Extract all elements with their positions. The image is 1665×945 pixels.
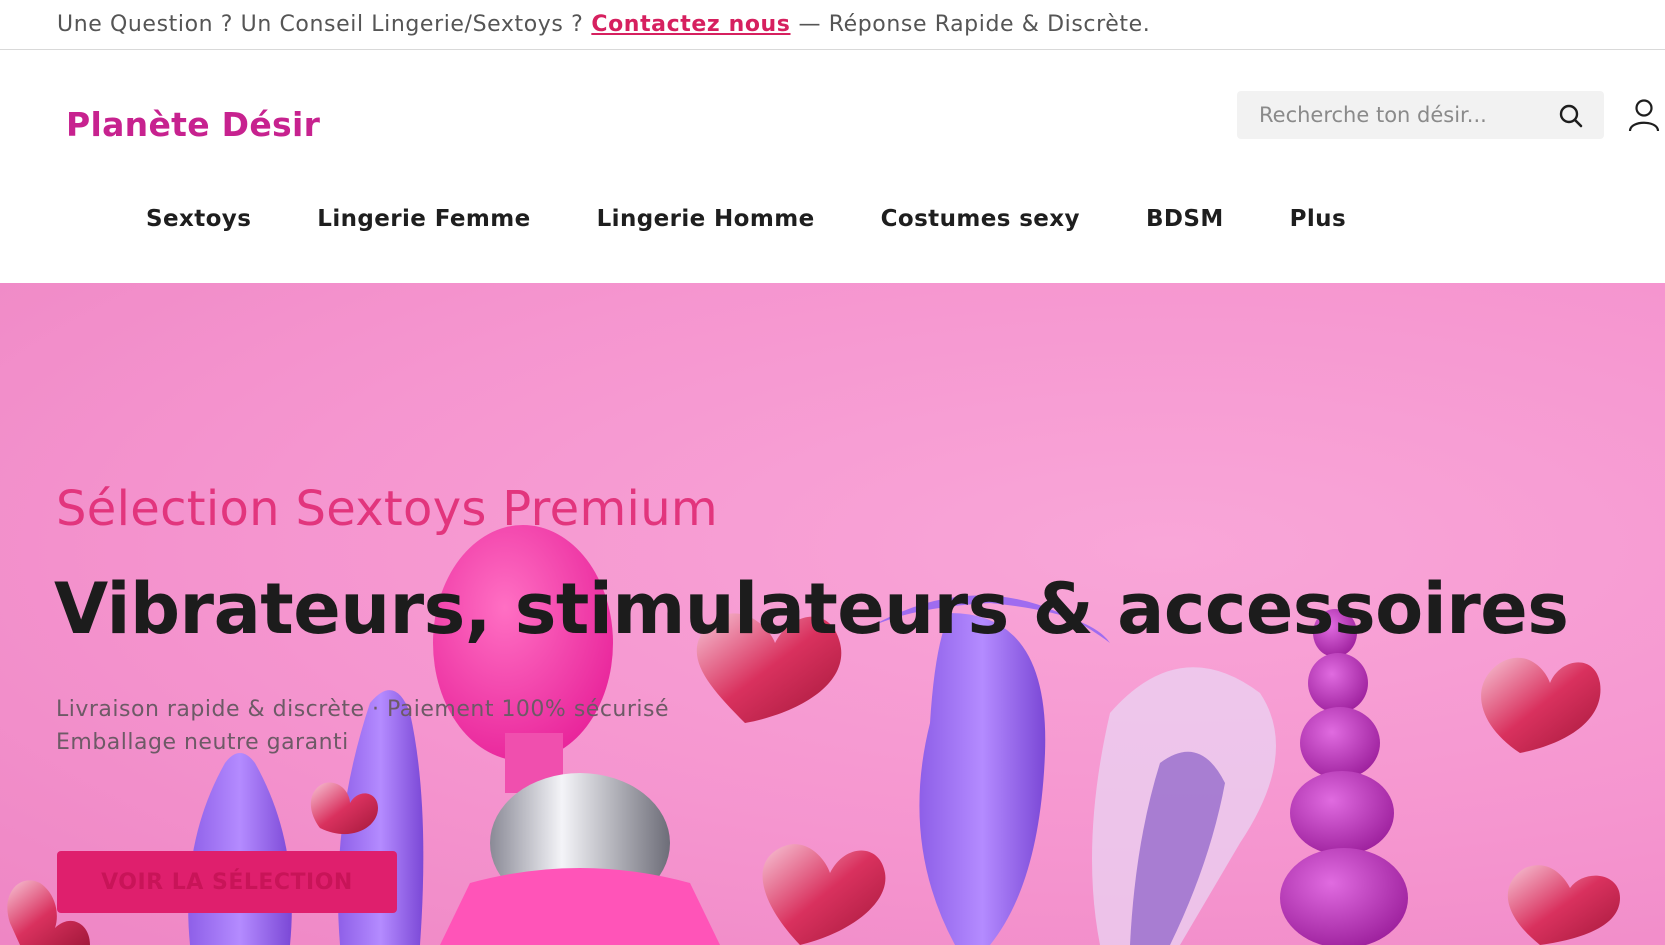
- announcement-bar: Une Question ? Un Conseil Lingerie/Sexto…: [0, 0, 1665, 50]
- search-bar: [1237, 91, 1604, 139]
- announcement-text-after: — Réponse Rapide & Discrète.: [798, 12, 1151, 37]
- search-icon[interactable]: [1558, 103, 1584, 129]
- hero-description-line-2: Emballage neutre garanti: [56, 730, 349, 755]
- user-icon[interactable]: [1628, 98, 1660, 132]
- site-logo[interactable]: Planète Désir: [66, 105, 320, 144]
- announcement-text-before: Une Question ? Un Conseil Lingerie/Sexto…: [57, 12, 584, 37]
- nav-item-bdsm[interactable]: BDSM: [1146, 206, 1224, 232]
- hero-description-line-1: Livraison rapide & discrète · Paiement 1…: [56, 697, 670, 722]
- site-header: Planète Désir Sextoys Lingerie Femme Lin…: [0, 51, 1665, 283]
- nav-item-plus[interactable]: Plus: [1290, 206, 1346, 232]
- nav-item-lingerie-homme[interactable]: Lingerie Homme: [597, 206, 815, 232]
- search-input[interactable]: [1259, 103, 1549, 127]
- hero-description: Livraison rapide & discrète · Paiement 1…: [56, 693, 669, 759]
- nav-item-sextoys[interactable]: Sextoys: [146, 206, 251, 232]
- hero-subtitle: Sélection Sextoys Premium: [56, 481, 718, 537]
- hero-title: Vibrateurs, stimulateurs & accessoires: [54, 568, 1569, 650]
- nav-item-costumes-sexy[interactable]: Costumes sexy: [881, 206, 1080, 232]
- contact-link[interactable]: Contactez nous: [591, 12, 790, 37]
- nav-item-lingerie-femme[interactable]: Lingerie Femme: [317, 206, 530, 232]
- view-selection-button[interactable]: VOIR LA SÉLECTION: [57, 851, 397, 913]
- hero-banner: Sélection Sextoys Premium Vibrateurs, st…: [0, 283, 1665, 945]
- main-nav: Sextoys Lingerie Femme Lingerie Homme Co…: [146, 206, 1346, 232]
